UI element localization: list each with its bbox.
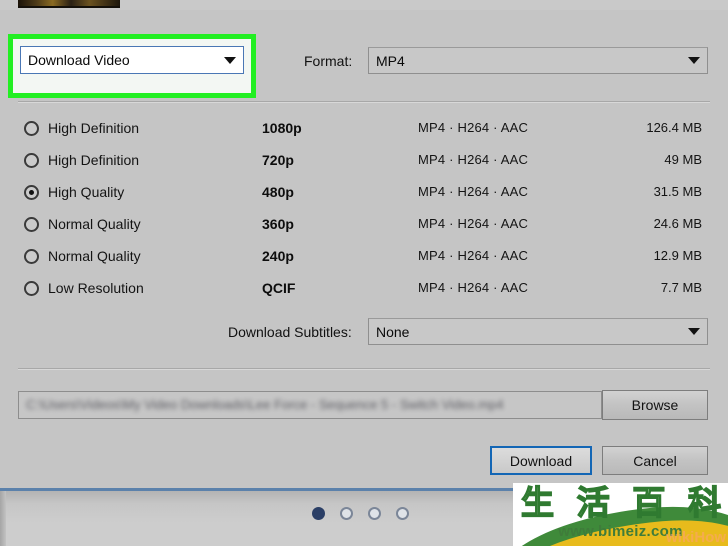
quality-options-list: High Definition 1080p MP4 · H264 · AAC 126.… [0, 113, 728, 305]
chevron-down-icon [681, 57, 707, 64]
cancel-button[interactable]: Cancel [602, 446, 708, 475]
watermark-characters: 生活百科 [520, 483, 721, 522]
page-dot-active[interactable] [312, 507, 325, 520]
mode-select[interactable]: Download Video [20, 46, 244, 74]
divider-bottom [18, 368, 710, 370]
subtitles-label: Download Subtitles: [228, 324, 352, 340]
quality-filesize: 49 MB [664, 152, 702, 167]
divider-top [18, 101, 710, 103]
watermark-char: 科 [687, 483, 721, 522]
quality-radio[interactable] [24, 249, 39, 264]
window-top-strip [0, 0, 728, 10]
quality-option-row[interactable]: Normal Quality 360p MP4 · H264 · AAC 24.6 M… [0, 209, 728, 241]
quality-resolution: 720p [262, 152, 294, 168]
quality-codecs: MP4 · H264 · AAC [418, 248, 529, 263]
quality-filesize: 31.5 MB [653, 184, 702, 199]
quality-option-row[interactable]: High Quality 480p MP4 · H264 · AAC 31.5 MB [0, 177, 728, 209]
quality-label: High Definition [48, 152, 140, 168]
watermark: 生活百科 www.bimeiz.com wikiHow [513, 483, 728, 546]
page-dot[interactable] [368, 507, 381, 520]
quality-option-row[interactable]: High Definition 720p MP4 · H264 · AAC 49 MB [0, 145, 728, 177]
quality-codecs: MP4 · H264 · AAC [418, 152, 529, 167]
mode-select-value: Download Video [28, 52, 130, 68]
quality-option-row[interactable]: Normal Quality 240p MP4 · H264 · AAC 12.9 M… [0, 241, 728, 273]
download-button[interactable]: Download [490, 446, 592, 475]
quality-option-row[interactable]: Low Resolution QCIF MP4 · H264 · AAC 7.7 MB [0, 273, 728, 305]
subtitles-select[interactable]: None [368, 318, 708, 345]
format-label: Format: [304, 53, 353, 69]
quality-filesize: 7.7 MB [660, 280, 702, 295]
quality-label: High Quality [48, 184, 125, 200]
format-select-value: MP4 [376, 52, 405, 69]
quality-filesize: 24.6 MB [653, 216, 702, 231]
quality-filesize: 12.9 MB [653, 248, 702, 263]
download-dialog: Download Video Format: MP4 High Definiti… [0, 10, 728, 488]
quality-label: Normal Quality [48, 248, 141, 264]
quality-radio[interactable] [24, 153, 39, 168]
page-dot[interactable] [396, 507, 409, 520]
quality-codecs: MP4 · H264 · AAC [418, 120, 529, 135]
destination-path-input[interactable]: C:\Users\Videos\My Video Downloads\Lee F… [18, 391, 602, 419]
quality-radio-selected[interactable] [24, 185, 39, 200]
quality-radio[interactable] [24, 281, 39, 296]
video-thumbnail-sliver [18, 0, 120, 8]
quality-resolution: 480p [262, 184, 294, 200]
watermark-char: 活 [576, 483, 610, 522]
watermark-char: 生 [520, 483, 554, 522]
quality-label: High Definition [48, 120, 140, 136]
chevron-down-icon [217, 56, 243, 64]
subtitles-select-value: None [376, 323, 410, 340]
format-select[interactable]: MP4 [368, 47, 708, 74]
quality-codecs: MP4 · H264 · AAC [418, 216, 529, 231]
quality-codecs: MP4 · H264 · AAC [418, 280, 529, 295]
quality-option-row[interactable]: High Definition 1080p MP4 · H264 · AAC 126.… [0, 113, 728, 145]
quality-resolution: 240p [262, 248, 294, 264]
footer-left-edge [0, 491, 6, 546]
watermark-ghost-text: wikiHow [665, 529, 726, 546]
quality-codecs: MP4 · H264 · AAC [418, 184, 529, 199]
browse-button[interactable]: Browse [602, 390, 708, 420]
quality-resolution: QCIF [262, 280, 296, 296]
quality-label: Low Resolution [48, 280, 144, 296]
quality-radio[interactable] [24, 121, 39, 136]
page-indicator[interactable] [312, 507, 409, 520]
destination-path-value: C:\Users\Videos\My Video Downloads\Lee F… [26, 397, 504, 412]
quality-radio[interactable] [24, 217, 39, 232]
quality-filesize: 126.4 MB [646, 120, 702, 135]
page-dot[interactable] [340, 507, 353, 520]
watermark-char: 百 [632, 483, 666, 522]
screenshot-root: Download Video Format: MP4 High Definiti… [0, 0, 728, 546]
chevron-down-icon [681, 328, 707, 335]
quality-resolution: 360p [262, 216, 294, 232]
quality-resolution: 1080p [262, 120, 302, 136]
quality-label: Normal Quality [48, 216, 141, 232]
